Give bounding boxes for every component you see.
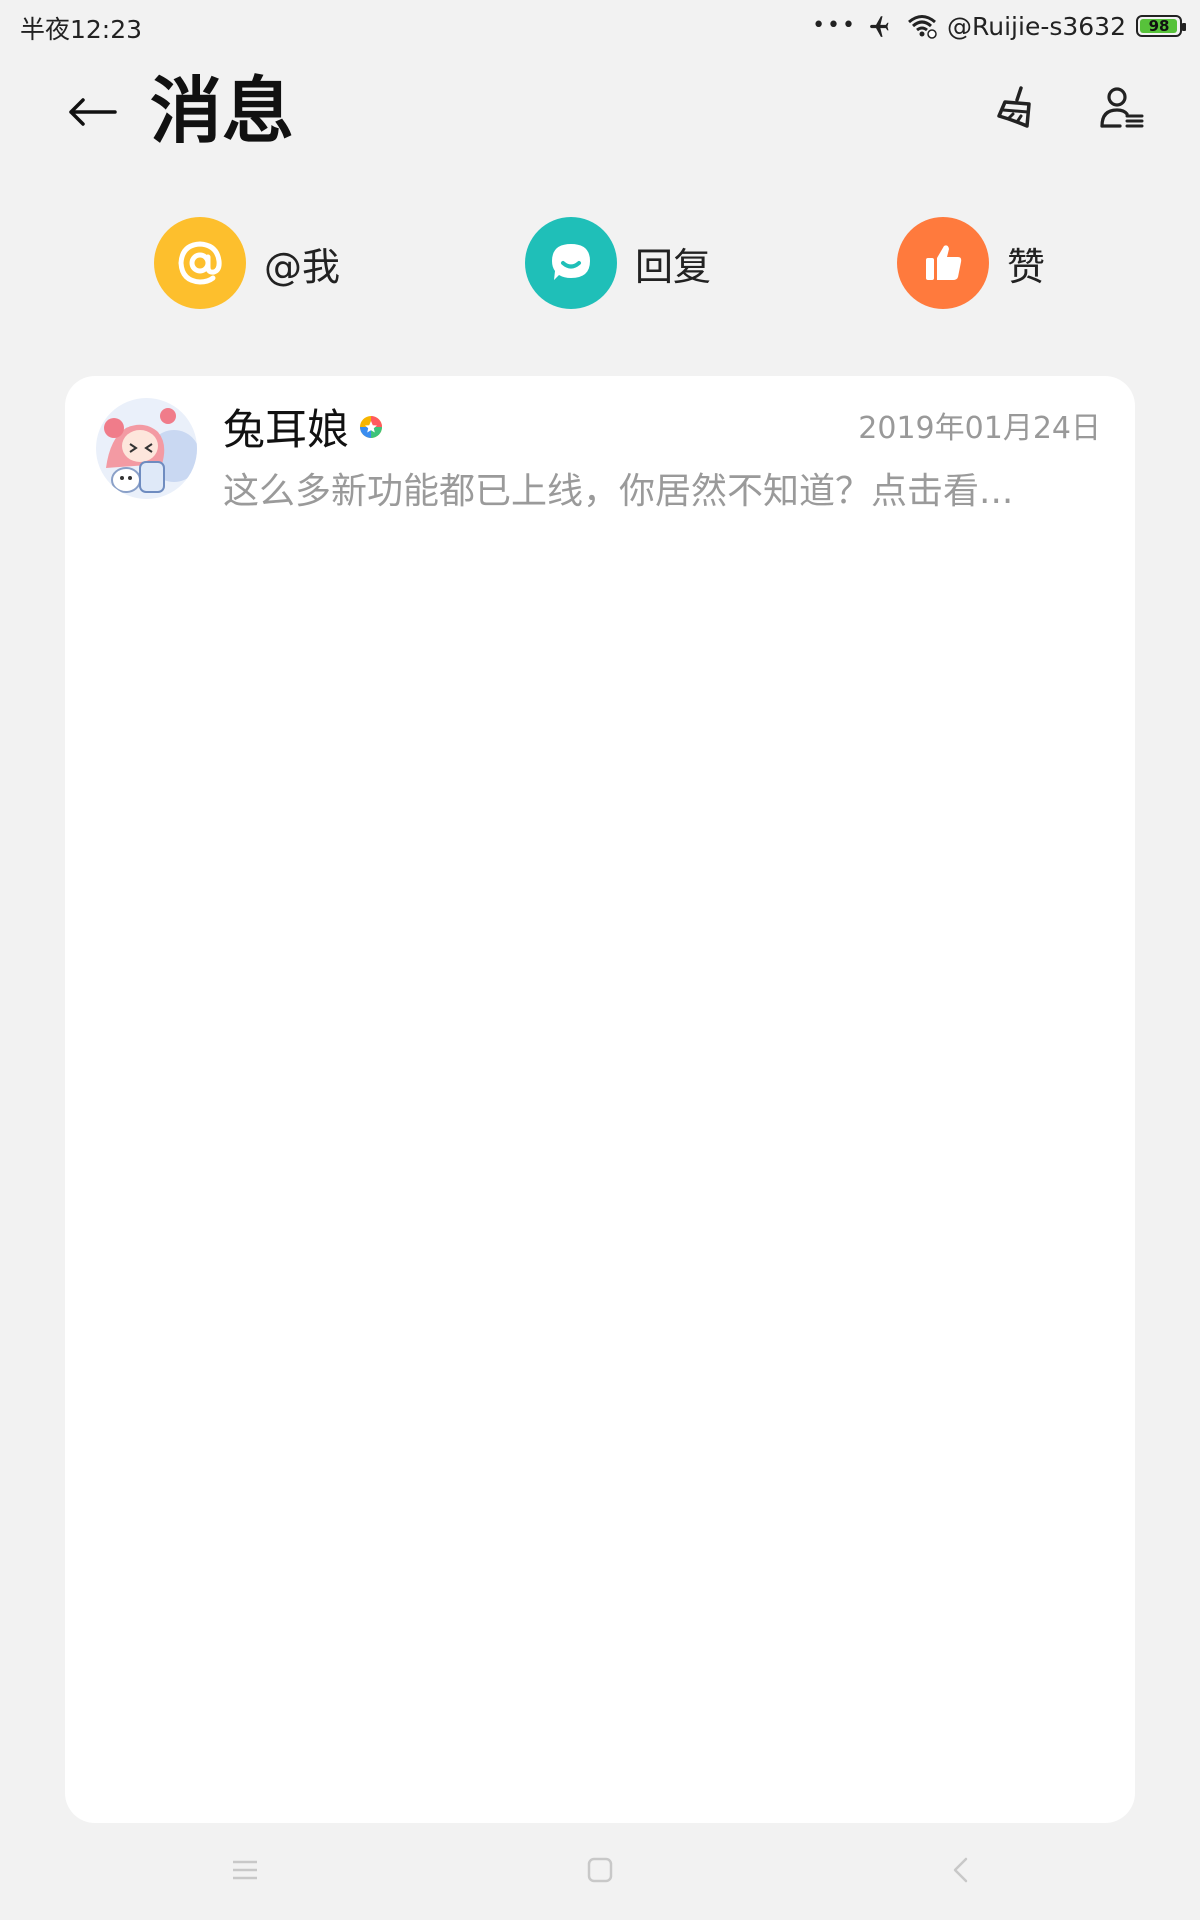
contacts-settings-button[interactable] <box>1090 78 1154 138</box>
like-label: 赞 <box>1007 244 1046 289</box>
menu-button[interactable] <box>215 1840 275 1900</box>
back-button[interactable] <box>58 82 126 142</box>
at-icon <box>154 217 246 309</box>
chat-bubble-icon <box>525 217 617 309</box>
messages-page: 半夜12:23 ••• @Ruijie-s3632 98 消息 @我 回复 赞 … <box>0 0 1200 1920</box>
home-square-icon <box>587 1857 613 1883</box>
message-date: 2019年01月24日 <box>858 411 1101 446</box>
battery-icon: 98 <box>1136 15 1186 37</box>
navigation-bar <box>0 1840 1200 1900</box>
wifi-icon <box>907 11 937 41</box>
sender-name: 兔耳娘 <box>223 405 350 454</box>
sender-row: 兔耳娘 <box>223 396 383 457</box>
network-name: @Ruijie-s3632 <box>947 11 1126 41</box>
status-bar: 半夜12:23 ••• @Ruijie-s3632 98 <box>0 0 1200 52</box>
reply-label: 回复 <box>635 244 712 289</box>
broom-icon <box>997 86 1031 128</box>
battery-tip <box>1182 23 1186 31</box>
clear-messages-button[interactable] <box>985 78 1045 138</box>
arrow-left-icon <box>69 98 117 126</box>
avatar <box>96 398 197 499</box>
message-categories: @我 回复 赞 <box>0 215 1200 315</box>
airplane-mode-icon <box>867 11 897 41</box>
message-item[interactable]: 兔耳娘 2019年01月24日 这么多新功能都已上线，你居然不知道？点击看... <box>65 376 1135 516</box>
more-notifications-icon: ••• <box>812 13 858 38</box>
thumbs-up-icon <box>897 217 989 309</box>
at-me-label: @我 <box>264 244 341 289</box>
menu-icon <box>233 1860 257 1880</box>
person-list-icon <box>1100 87 1144 128</box>
home-button[interactable] <box>570 1840 630 1900</box>
nav-back-button[interactable] <box>930 1840 990 1900</box>
reply-shortcut[interactable]: 回复 <box>525 215 711 311</box>
battery-level: 98 <box>1148 17 1170 35</box>
at-me-shortcut[interactable]: @我 <box>154 215 340 311</box>
status-indicators: ••• @Ruijie-s3632 98 <box>812 8 1186 44</box>
like-shortcut[interactable]: 赞 <box>897 215 1045 311</box>
message-preview: 这么多新功能都已上线，你居然不知道？点击看... <box>223 471 1014 512</box>
back-chevron-icon <box>953 1857 968 1883</box>
status-time: 半夜12:23 <box>20 15 143 44</box>
page-title: 消息 <box>150 69 295 153</box>
verified-badge-icon <box>360 415 383 438</box>
header: 消息 <box>0 60 1200 160</box>
message-list: 兔耳娘 2019年01月24日 这么多新功能都已上线，你居然不知道？点击看... <box>65 376 1135 1823</box>
